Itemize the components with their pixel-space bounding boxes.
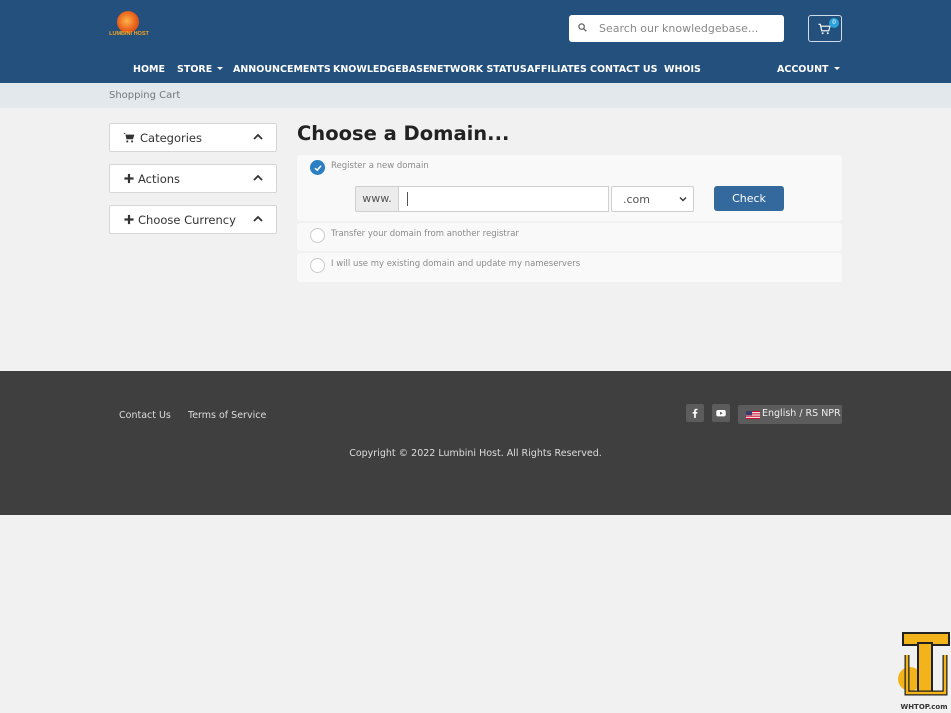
nav-announcements[interactable]: ANNOUNCEMENTS [233,64,331,75]
sidebar-panel-choose-currency[interactable]: Choose Currency [109,205,277,234]
nav-contact-us[interactable]: CONTACT US [590,64,657,75]
plus-icon [124,214,134,225]
nav-store-label: STORE [177,64,213,75]
existing-domain-radio[interactable] [310,258,325,273]
nav-whois[interactable]: WHOIS [664,64,701,75]
nav-affiliates[interactable]: AFFILIATES [527,64,587,75]
existing-domain-label[interactable]: I will use my existing domain and update… [331,259,580,269]
register-label[interactable]: Register a new domain [331,161,429,171]
brand-name: LUMBINI HOST [109,31,149,37]
sidebar-panel-categories[interactable]: Categories [109,123,277,152]
chevron-up-icon[interactable] [253,174,263,181]
transfer-label[interactable]: Transfer your domain from another regist… [331,229,519,239]
tld-selected-value: .com [623,193,650,206]
caret-down-icon [217,67,224,70]
nav-store[interactable]: STORE [177,64,224,75]
facebook-icon [692,408,698,418]
page-title: Choose a Domain... [297,122,510,145]
cart-button[interactable]: 0 [808,15,842,42]
footer-link-contact-us[interactable]: Contact Us [119,410,171,421]
whtop-logo-icon [898,632,950,696]
text-cursor [407,192,408,206]
us-flag-icon [746,411,760,419]
chevron-up-icon[interactable] [253,133,263,140]
nav-knowledgebase[interactable]: KNOWLEDGEBASE [333,64,430,75]
caret-down-icon [833,67,840,70]
domain-option-transfer: Transfer your domain from another regist… [297,223,842,251]
youtube-button[interactable] [712,404,730,422]
language-currency-selector[interactable]: English / RS NPR [738,405,842,424]
nav-account[interactable]: ACCOUNT [777,64,840,75]
transfer-radio[interactable] [310,228,325,243]
cart-count-badge: 0 [829,18,839,28]
search-input[interactable] [599,15,779,42]
youtube-icon [716,410,726,417]
brand-logo[interactable]: LUMBINI HOST [108,11,150,39]
nav-network-status[interactable]: NETWORK STATUS [429,64,527,75]
language-label: English / RS NPR [762,408,841,419]
whtop-watermark: WHTOP.com [897,631,951,713]
domain-option-register: Register a new domain www. .com Check [297,155,842,221]
chevron-down-icon [679,197,687,202]
checkmark-icon [314,165,322,172]
panel-title: Choose Currency [138,213,236,227]
plus-icon [124,173,134,184]
copyright-text: Copyright © 2022 Lumbini Host. All Right… [349,448,602,459]
sidebar-panel-actions[interactable]: Actions [109,164,277,193]
www-prefix: www. [355,186,398,212]
panel-title: Categories [140,131,202,145]
logo-mark-icon [117,11,139,33]
domain-name-input[interactable] [398,186,609,212]
breadcrumb: Shopping Cart [0,83,951,108]
panel-title: Actions [138,172,181,186]
knowledgebase-search [569,15,784,42]
shopping-cart-icon [123,133,135,143]
site-footer: Contact Us Terms of Service English / RS… [0,371,951,515]
nav-account-label: ACCOUNT [777,64,829,75]
footer-link-terms[interactable]: Terms of Service [188,410,266,421]
chevron-up-icon[interactable] [253,215,263,222]
nav-home[interactable]: HOME [133,64,165,75]
breadcrumb-current: Shopping Cart [109,90,181,101]
facebook-button[interactable] [686,404,704,422]
watermark-text: WHTOP.com [900,703,948,711]
domain-option-existing: I will use my existing domain and update… [297,253,842,282]
main-nav: HOME STORE ANNOUNCEMENTS KNOWLEDGEBASE N… [0,64,951,78]
tld-select[interactable]: .com [611,186,694,212]
check-button[interactable]: Check [714,186,784,211]
search-icon [578,23,587,32]
register-radio[interactable] [310,160,325,175]
site-header: LUMBINI HOST 0 HOME STORE ANNOUNCEMENTS … [0,0,951,83]
